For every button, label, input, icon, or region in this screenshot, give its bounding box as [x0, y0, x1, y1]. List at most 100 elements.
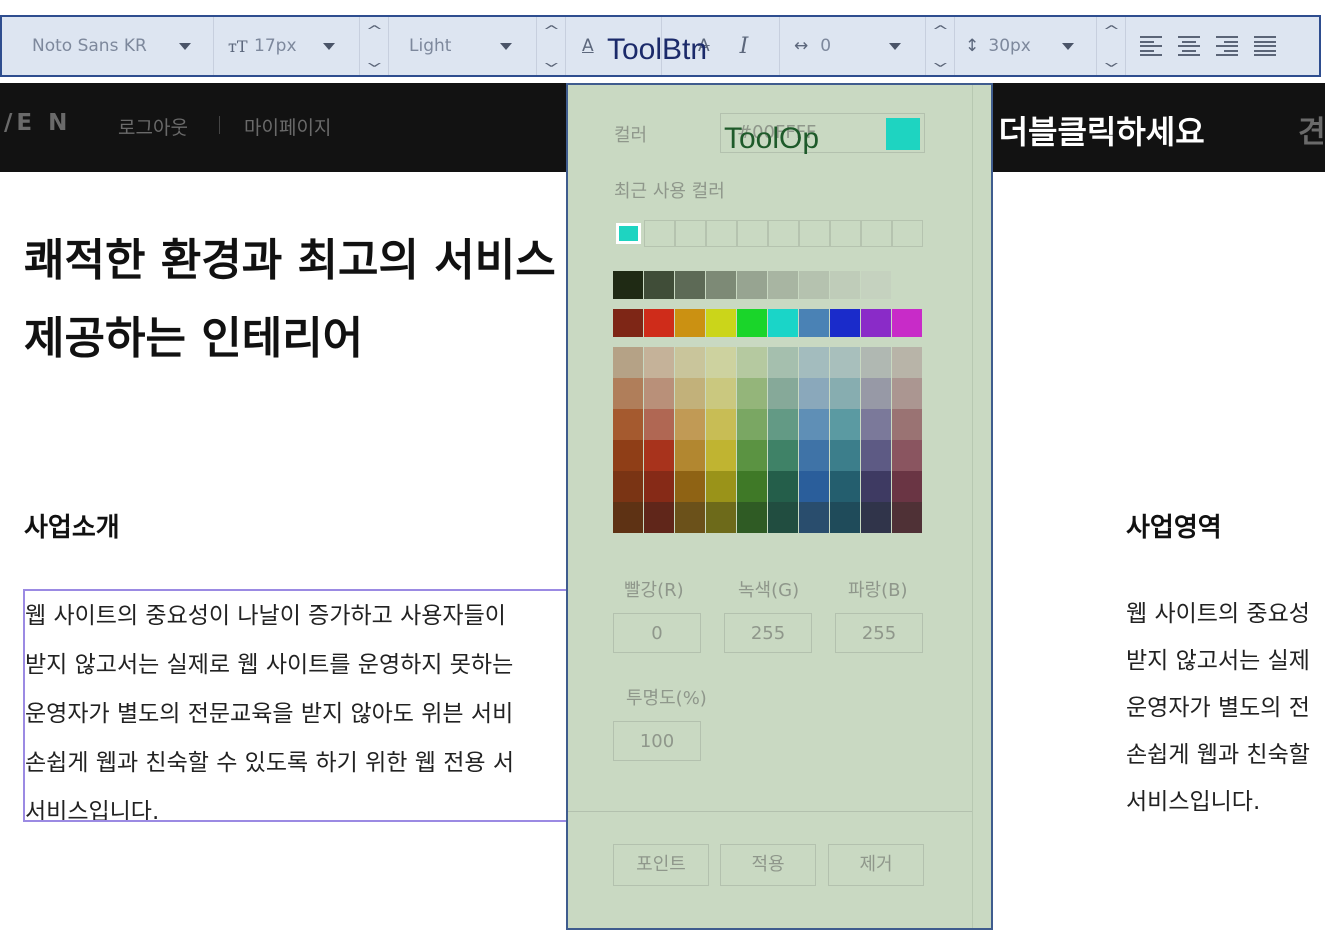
color-swatch[interactable]: [675, 271, 706, 299]
color-swatch[interactable]: [799, 440, 830, 471]
chevron-up-icon[interactable]: ^: [365, 25, 382, 38]
line-height-select[interactable]: ↕ 30px: [955, 17, 1097, 75]
align-left-icon[interactable]: [1140, 36, 1162, 56]
color-swatch[interactable]: [644, 409, 675, 440]
color-swatch[interactable]: [830, 309, 861, 337]
color-swatch[interactable]: [737, 378, 768, 409]
color-swatch[interactable]: [706, 271, 737, 299]
recent-color-swatch[interactable]: [644, 220, 675, 247]
point-button[interactable]: 포인트: [613, 844, 709, 886]
opacity-input[interactable]: 100: [613, 721, 701, 761]
color-swatch[interactable]: [644, 378, 675, 409]
italic-icon[interactable]: I: [740, 34, 749, 59]
recent-color-swatch[interactable]: [861, 220, 892, 247]
color-swatch[interactable]: [830, 271, 861, 299]
color-swatch[interactable]: [613, 471, 644, 502]
color-swatch[interactable]: [737, 471, 768, 502]
recent-color-swatch[interactable]: [830, 220, 861, 247]
color-swatch[interactable]: [861, 378, 892, 409]
color-swatch[interactable]: [861, 409, 892, 440]
color-swatch[interactable]: [799, 271, 830, 299]
color-swatch[interactable]: [675, 471, 706, 502]
align-right-icon[interactable]: [1216, 36, 1238, 56]
font-weight-select[interactable]: Light: [389, 17, 537, 75]
align-center-icon[interactable]: [1178, 36, 1200, 56]
color-swatch[interactable]: [737, 271, 768, 299]
color-swatch[interactable]: [768, 347, 799, 378]
recent-color-swatch[interactable]: [799, 220, 830, 247]
font-size-stepper[interactable]: ^ ^: [360, 17, 389, 75]
color-swatch[interactable]: [644, 309, 675, 337]
chevron-up-icon[interactable]: ^: [542, 25, 559, 38]
color-swatch[interactable]: [737, 347, 768, 378]
color-swatch[interactable]: [892, 471, 923, 502]
brand-logo[interactable]: /E N: [4, 110, 71, 136]
color-swatch[interactable]: [644, 440, 675, 471]
color-swatch[interactable]: [830, 471, 861, 502]
letter-spacing-stepper[interactable]: ^ ^: [926, 17, 955, 75]
color-swatch[interactable]: [861, 440, 892, 471]
color-swatch[interactable]: [706, 309, 737, 337]
color-swatch[interactable]: [799, 347, 830, 378]
color-swatch[interactable]: [737, 409, 768, 440]
color-swatch[interactable]: [892, 271, 923, 299]
color-swatch[interactable]: [892, 502, 923, 533]
color-swatch[interactable]: [706, 471, 737, 502]
color-swatch[interactable]: [675, 378, 706, 409]
remove-button[interactable]: 제거: [828, 844, 924, 886]
line-height-stepper[interactable]: ^ ^: [1097, 17, 1126, 75]
align-justify-icon[interactable]: [1254, 36, 1276, 56]
green-input[interactable]: 255: [724, 613, 812, 653]
color-swatch[interactable]: [768, 471, 799, 502]
color-swatch[interactable]: [613, 378, 644, 409]
recent-color-swatch[interactable]: [706, 220, 737, 247]
mypage-link[interactable]: 마이페이지: [244, 113, 331, 140]
chevron-down-icon[interactable]: ^: [542, 53, 559, 68]
recent-color-swatch[interactable]: [737, 220, 768, 247]
color-swatch[interactable]: [830, 347, 861, 378]
color-swatch[interactable]: [861, 271, 892, 299]
color-swatch[interactable]: [830, 409, 861, 440]
color-swatch[interactable]: [799, 471, 830, 502]
color-swatch[interactable]: [861, 347, 892, 378]
color-swatch[interactable]: [892, 440, 923, 471]
color-swatch[interactable]: [892, 309, 923, 337]
color-swatch[interactable]: [706, 440, 737, 471]
blue-input[interactable]: 255: [835, 613, 923, 653]
color-swatch[interactable]: [613, 409, 644, 440]
color-swatch[interactable]: [892, 378, 923, 409]
color-swatch[interactable]: [861, 471, 892, 502]
color-swatch[interactable]: [613, 347, 644, 378]
color-swatch[interactable]: [768, 271, 799, 299]
header-edit-hint[interactable]: 면 더블클릭하세요: [958, 107, 1205, 153]
color-swatch[interactable]: [861, 309, 892, 337]
color-swatch[interactable]: [737, 440, 768, 471]
color-swatch[interactable]: [768, 309, 799, 337]
color-swatch[interactable]: [613, 309, 644, 337]
color-swatch[interactable]: [737, 309, 768, 337]
recent-color-swatch[interactable]: [616, 223, 641, 244]
color-swatch[interactable]: [613, 440, 644, 471]
color-swatch[interactable]: [675, 502, 706, 533]
color-swatch[interactable]: [768, 502, 799, 533]
font-family-select[interactable]: Noto Sans KR: [2, 17, 214, 75]
color-swatch[interactable]: [675, 409, 706, 440]
chevron-up-icon[interactable]: ^: [1102, 25, 1119, 38]
font-size-select[interactable]: ᴛT 17px: [214, 17, 360, 75]
header-right-text[interactable]: 견: [1298, 107, 1325, 151]
color-swatch[interactable]: [768, 378, 799, 409]
color-swatch[interactable]: [675, 309, 706, 337]
color-swatch[interactable]: [644, 271, 675, 299]
recent-color-swatch[interactable]: [675, 220, 706, 247]
color-swatch[interactable]: [830, 502, 861, 533]
color-swatch[interactable]: [644, 347, 675, 378]
recent-color-swatch[interactable]: [768, 220, 799, 247]
logout-link[interactable]: 로그아웃: [118, 113, 188, 140]
color-swatch[interactable]: [799, 309, 830, 337]
color-swatch[interactable]: [830, 378, 861, 409]
selected-text-block[interactable]: 웹 사이트의 중요성이 나날이 증가하고 사용자들이 받지 않고서는 실제로 웹…: [23, 589, 583, 822]
color-swatch[interactable]: [706, 409, 737, 440]
color-swatch[interactable]: [644, 502, 675, 533]
color-swatch[interactable]: [675, 440, 706, 471]
chevron-down-icon[interactable]: ^: [365, 53, 382, 68]
